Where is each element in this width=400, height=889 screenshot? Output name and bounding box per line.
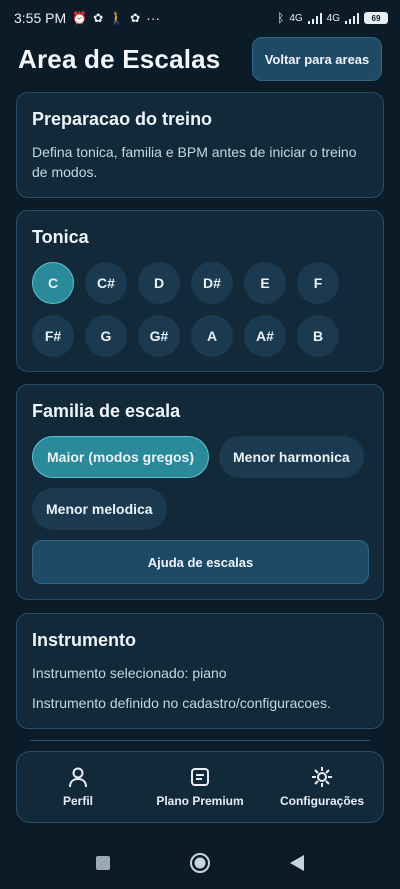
battery-icon: 69	[364, 12, 388, 24]
instrument-card: Instrumento Instrumento selecionado: pia…	[16, 613, 384, 729]
person-icon	[69, 767, 87, 788]
scale-help-button[interactable]: Ajuda de escalas	[32, 540, 369, 584]
card-icon	[191, 768, 209, 786]
instrument-defined-text: Instrumento definido no cadastro/configu…	[32, 695, 331, 711]
prep-text: Defina tonica, familia e BPM antes de in…	[32, 144, 357, 180]
note-chip-c[interactable]: C	[32, 262, 74, 304]
recents-icon[interactable]	[95, 855, 111, 871]
status-time: 3:55 PM	[14, 10, 67, 26]
instrument-selected-text: Instrumento selecionado: piano	[32, 665, 227, 681]
bottom-nav: Perfil Plano Premium Configurações	[16, 751, 384, 823]
nav-settings-label: Configurações	[279, 794, 364, 808]
note-chip-f-sharp[interactable]: F#	[32, 315, 74, 357]
walking-icon: 🚶	[109, 11, 125, 25]
family-title: Familia de escala	[32, 401, 181, 421]
signal-icon-1	[307, 12, 322, 24]
back-to-areas-button[interactable]: Voltar para areas	[252, 37, 382, 81]
family-chip-major[interactable]: Maior (modos gregos)	[32, 436, 210, 478]
note-chip-d-sharp[interactable]: D#	[191, 262, 233, 304]
nav-profile-label: Perfil	[62, 794, 93, 808]
tonic-card: Tonica C C# D D# E F F# G G# A A# B	[16, 210, 384, 372]
note-chip-a-sharp[interactable]: A#	[244, 315, 286, 357]
openai-icon-2: ✿	[130, 11, 141, 25]
family-chip-melodic-minor[interactable]: Menor melodica	[32, 488, 167, 530]
note-chip-b[interactable]: B	[297, 315, 339, 357]
tonic-title: Tonica	[32, 227, 89, 247]
note-chip-a[interactable]: A	[191, 315, 233, 357]
nav-premium-label: Plano Premium	[156, 794, 244, 808]
status-left: 3:55 PM ⏰ ✿ 🚶 ✿ ···	[14, 10, 160, 26]
note-chip-d[interactable]: D	[138, 262, 180, 304]
network-type-1: 4G	[289, 12, 303, 24]
family-card: Familia de escala Maior (modos gregos) M…	[16, 384, 384, 600]
family-chip-harmonic-minor[interactable]: Menor harmonica	[219, 436, 364, 478]
page-title: Area de Escalas	[18, 43, 221, 74]
instrument-title: Instrumento	[32, 630, 137, 650]
family-options: Maior (modos gregos) Menor harmonica Men…	[32, 436, 368, 530]
signal-icon-2	[345, 12, 359, 24]
note-chip-g-sharp[interactable]: G#	[138, 315, 180, 357]
gear-icon	[312, 767, 332, 787]
bluetooth-icon: ᛒ	[277, 11, 285, 25]
note-chip-c-sharp[interactable]: C#	[85, 262, 127, 304]
note-chip-e[interactable]: E	[244, 262, 286, 304]
divider	[30, 740, 370, 741]
back-icon[interactable]	[289, 854, 305, 872]
prep-title: Preparacao do treino	[32, 109, 213, 129]
openai-icon: ✿	[93, 11, 104, 25]
nav-profile[interactable]: Perfil	[23, 766, 133, 808]
note-chip-g[interactable]: G	[85, 315, 127, 357]
system-nav-bar	[0, 836, 400, 889]
home-icon[interactable]	[189, 852, 211, 874]
header: Area de Escalas Voltar para areas	[0, 34, 400, 84]
status-bar: 3:55 PM ⏰ ✿ 🚶 ✿ ··· ᛒ 4G 4G 69	[0, 0, 400, 36]
more-notifications-icon: ···	[146, 10, 161, 26]
note-grid: C C# D D# E F F# G G# A A# B	[32, 262, 368, 357]
nav-premium[interactable]: Plano Premium	[145, 766, 255, 808]
alarm-icon: ⏰	[72, 11, 88, 25]
network-type-2: 4G	[326, 12, 340, 24]
status-right: ᛒ 4G 4G 69	[277, 12, 388, 24]
prep-card: Preparacao do treino Defina tonica, fami…	[16, 92, 384, 198]
nav-settings[interactable]: Configurações	[267, 766, 377, 808]
note-chip-f[interactable]: F	[297, 262, 339, 304]
